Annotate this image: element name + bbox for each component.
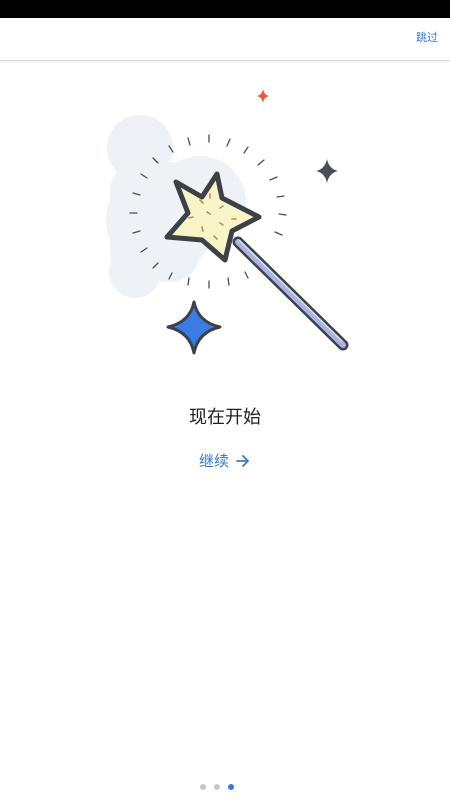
page-dot[interactable] [200,784,206,790]
continue-button[interactable]: 继续 [190,449,260,473]
continue-label: 继续 [198,452,229,470]
sparkle-icon [316,159,338,183]
wand-handle [232,236,349,351]
sparkle-icon [257,89,269,103]
status-bar [0,0,450,18]
app-bar: 跳过 [0,18,450,61]
page-dot[interactable] [214,784,220,790]
page-dot-active[interactable] [228,784,234,790]
arrow-right-icon [236,455,249,467]
sparkle-icon [166,300,222,355]
page-title: 现在开始 [189,407,261,428]
skip-button[interactable]: 跳过 [416,30,438,46]
page-indicator [200,782,260,792]
magic-wand-illustration [106,89,349,355]
